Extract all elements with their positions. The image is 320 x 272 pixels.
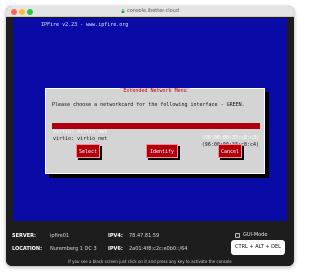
ipv6-label: IPV6: (108, 246, 123, 252)
cancel-button[interactable]: Cancel (218, 144, 242, 158)
location-label: LOCATION: (12, 246, 43, 252)
nic-list-item-selected[interactable]: virtio: virtio_net (96:00:00:33:c8:c3) (52, 123, 260, 141)
window-title-wrap: console.ibetter.cloud (6, 7, 294, 16)
ipv6-value: 2a01:4f8:c2c:e0b0::/64 (129, 246, 188, 252)
window-titlebar: console.ibetter.cloud (6, 6, 294, 17)
select-button[interactable]: Select (76, 144, 100, 158)
server-label: SERVER: (12, 233, 37, 239)
lock-icon (121, 8, 125, 13)
dialog-title: Extended Network Menu (120, 88, 190, 94)
gui-mode-label: GUI-Mode (243, 232, 268, 238)
console-window: console.ibetter.cloud IPFire v2.23 - www… (6, 6, 294, 266)
ipv4-label: IPV4: (108, 233, 123, 239)
server-value: ipfire01 (50, 233, 70, 239)
window-title: console.ibetter.cloud (126, 8, 180, 14)
gui-mode-checkbox[interactable] (235, 233, 240, 238)
ipv4-value: 78.47.81.59 (129, 233, 160, 239)
console-header: IPFire v2.23 - www.ipfire.org (41, 22, 129, 28)
nic-list: virtio: virtio_net (96:00:00:33:c8:c3) v… (52, 123, 260, 148)
dialog-prompt: Please choose a networkcard for the foll… (52, 102, 245, 108)
location-value: Nuremberg 1 DC 3 (50, 246, 97, 252)
console-screen[interactable]: IPFire v2.23 - www.ipfire.org Extended N… (13, 18, 287, 221)
dialog-title-wrap: Extended Network Menu (46, 88, 264, 95)
console-hint: If you see a black screen just click on … (68, 259, 232, 264)
nic-list-item[interactable]: virtio: virtio_net (96:00:00:33:c8:c4) (52, 130, 260, 148)
identify-button[interactable]: Identify (146, 144, 178, 158)
ctrl-alt-del-button[interactable]: CTRL + ALT + DEL (231, 240, 285, 255)
network-menu-dialog: Extended Network Menu Please choose a ne… (45, 88, 265, 174)
nic-name: virtio: virtio_net (53, 136, 108, 142)
server-info-bar: SERVER: ipfire01 IPV4: 78.47.81.59 LOCAT… (6, 221, 294, 266)
